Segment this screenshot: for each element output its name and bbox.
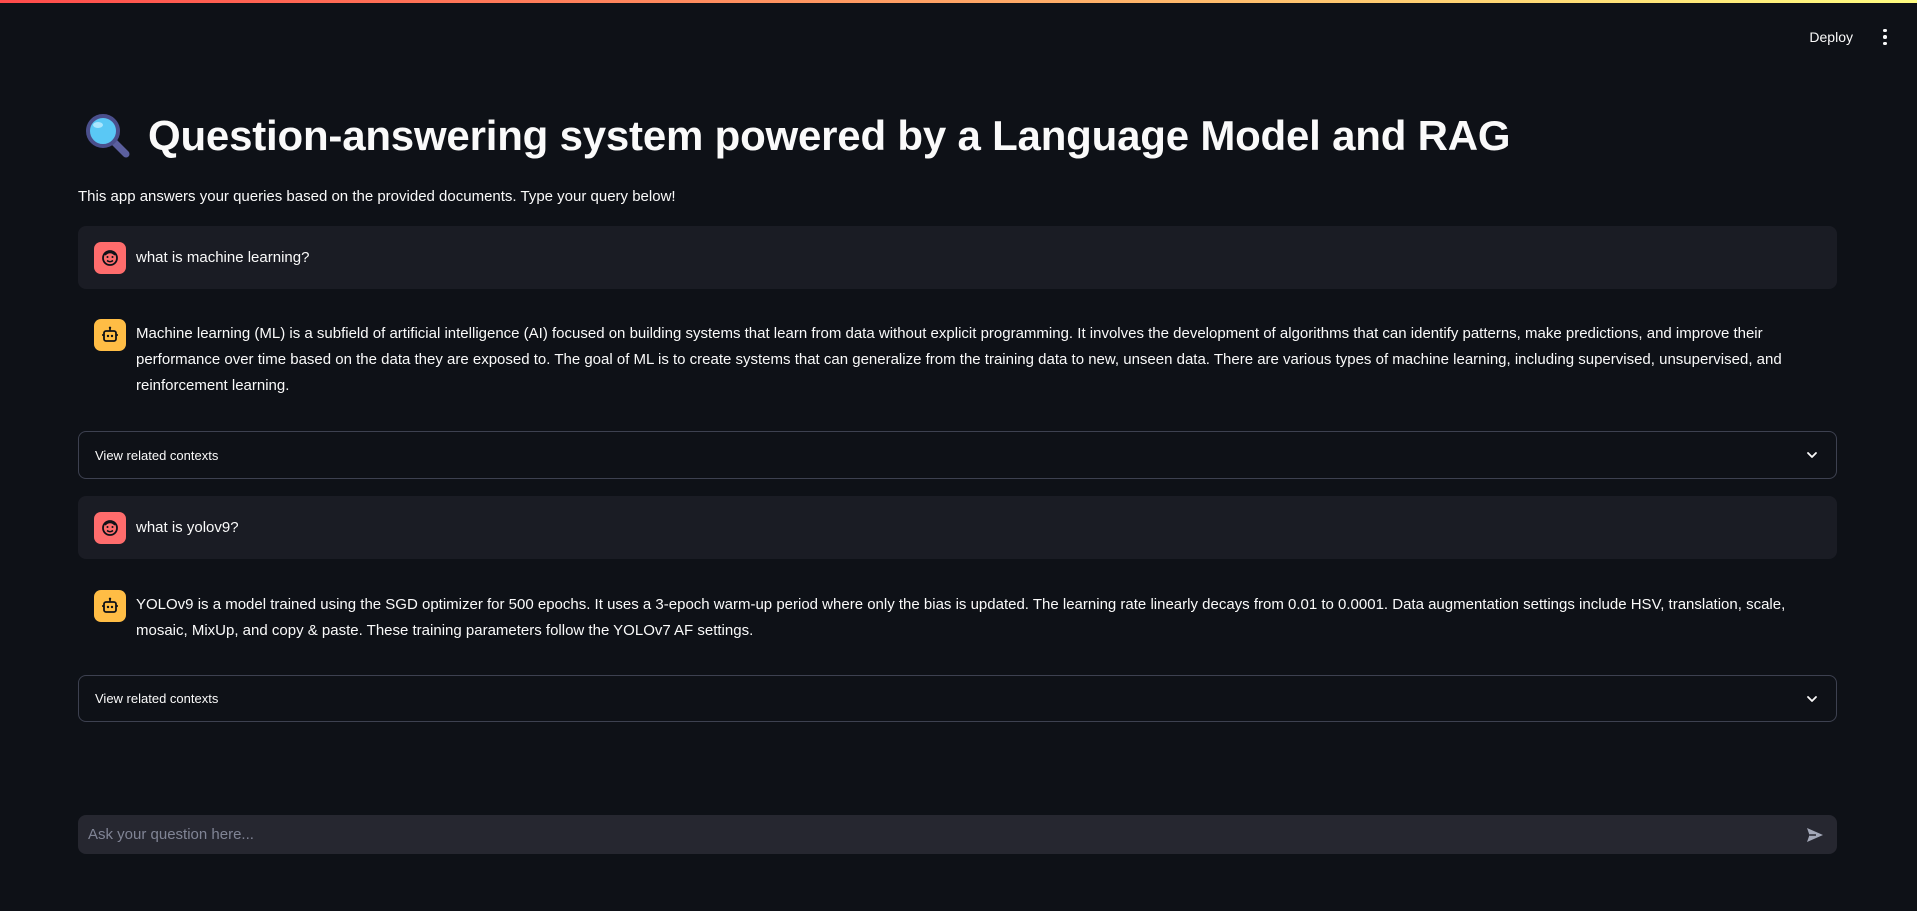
- expander-label: View related contexts: [95, 691, 219, 706]
- page-header: Question-answering system powered by a L…: [84, 112, 1584, 160]
- view-related-contexts-expander[interactable]: View related contexts: [78, 675, 1837, 722]
- chat-message-user: what is machine learning?: [78, 226, 1837, 289]
- magnifying-glass-icon: [86, 114, 130, 158]
- view-related-contexts-expander[interactable]: View related contexts: [78, 431, 1837, 479]
- expander-label: View related contexts: [95, 447, 219, 463]
- page-subtitle: This app answers your queries based on t…: [78, 188, 676, 205]
- top-decoration-bar: [0, 0, 1917, 3]
- bot-avatar-icon: [94, 590, 126, 622]
- user-avatar-icon: [94, 241, 126, 274]
- chat-message-user: what is yolov9?: [78, 496, 1837, 559]
- message-text: Machine learning (ML) is a subfield of a…: [136, 325, 1782, 394]
- message-text: what is machine learning?: [136, 248, 310, 266]
- send-icon[interactable]: [1803, 823, 1827, 847]
- chevron-down-icon: [1807, 695, 1817, 702]
- user-avatar-icon: [94, 511, 126, 544]
- page-title: Question-answering system powered by a L…: [148, 112, 1511, 159]
- chat-input[interactable]: [88, 826, 1803, 843]
- app-toolbar: Deploy: [1801, 22, 1895, 52]
- bot-avatar-icon: [94, 319, 126, 351]
- chevron-down-icon: [1807, 452, 1817, 458]
- chat-input-container: [78, 815, 1837, 854]
- chat-message-assistant: Machine learning (ML) is a subfield of a…: [78, 319, 1837, 399]
- deploy-button[interactable]: Deploy: [1801, 23, 1861, 51]
- message-text: YOLOv9 is a model trained using the SGD …: [136, 596, 1786, 639]
- message-text: what is yolov9?: [136, 518, 239, 536]
- kebab-menu-icon[interactable]: [1875, 25, 1895, 49]
- chat-message-assistant: YOLOv9 is a model trained using the SGD …: [78, 590, 1837, 646]
